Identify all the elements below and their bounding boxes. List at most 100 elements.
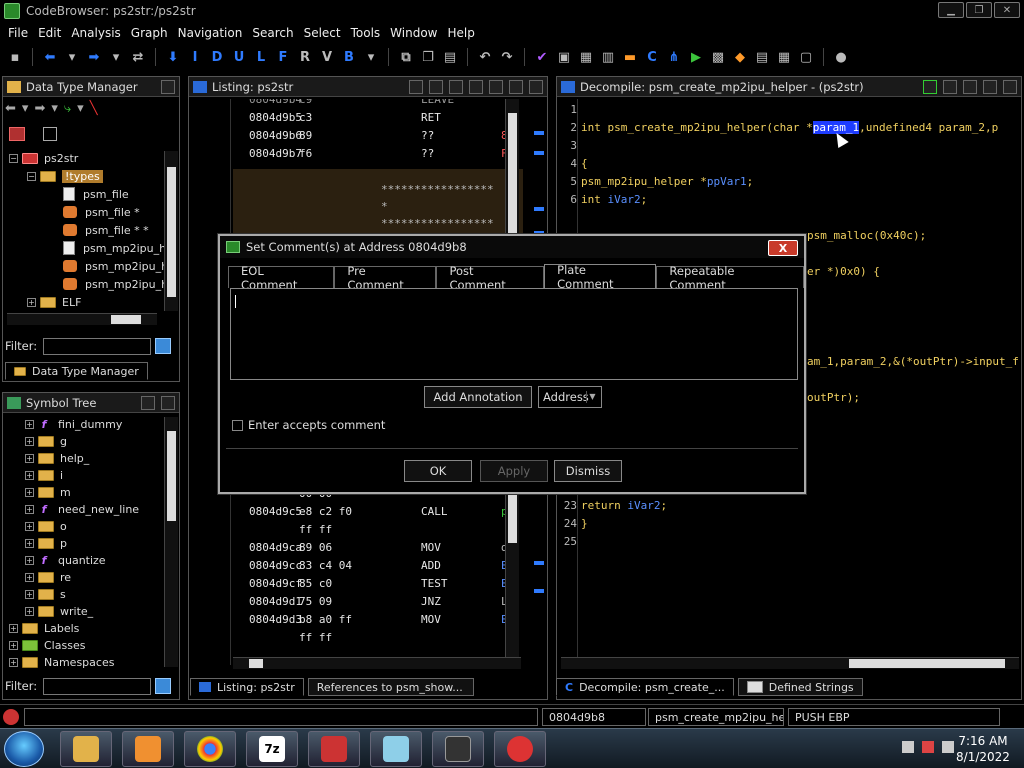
snapshot-icon[interactable]	[509, 80, 523, 94]
expand-icon[interactable]: +	[9, 623, 18, 633]
add-annotation-button[interactable]: Add Annotation	[424, 386, 532, 408]
navigate-icon[interactable]: ⇄	[129, 48, 147, 66]
help-bubble-icon[interactable]: ●	[832, 48, 850, 66]
scroll-thumb[interactable]	[167, 167, 176, 297]
dtm-filter-input[interactable]	[43, 337, 152, 355]
network-icon[interactable]	[902, 741, 914, 753]
dismiss-button[interactable]: Dismiss	[554, 460, 622, 482]
symbol-category-classes[interactable]: + Classes	[9, 636, 85, 654]
expand-icon[interactable]: +	[25, 436, 34, 446]
expand-icon[interactable]: +	[25, 504, 34, 514]
next-function-button[interactable]: F	[274, 48, 292, 66]
taskbar-7zip[interactable]: 7z	[246, 731, 298, 767]
symbol-item[interactable]: + re	[25, 568, 71, 586]
marker-tick[interactable]	[534, 561, 544, 565]
tab-listing[interactable]: Listing: ps2str	[190, 678, 304, 696]
dtm-horizontal-scrollbar[interactable]	[7, 313, 157, 325]
expand-icon[interactable]: +	[25, 606, 34, 616]
expand-icon[interactable]: +	[25, 419, 34, 429]
copy-icon[interactable]	[943, 80, 957, 94]
listing-icon[interactable]: ▤	[753, 48, 771, 66]
next-instruction-button[interactable]: I	[186, 48, 204, 66]
bookmark-dropdown-icon[interactable]: ▾	[362, 48, 380, 66]
checkmark-icon[interactable]: ✔	[533, 48, 551, 66]
symbol-item[interactable]: + o	[25, 517, 67, 535]
menu-select[interactable]: Select	[304, 26, 341, 40]
menu-analysis[interactable]: Analysis	[71, 26, 120, 40]
edit-icon[interactable]	[963, 80, 977, 94]
menu-window[interactable]: Window	[390, 26, 437, 40]
taskbar-ghidra-project[interactable]	[308, 731, 360, 767]
dtm-collapse-icon[interactable]	[43, 127, 57, 141]
tree-node-elf[interactable]: + ELF	[27, 293, 81, 311]
folder-icon[interactable]: ▬	[621, 48, 639, 66]
taskbar-chrome[interactable]	[184, 731, 236, 767]
maximize-button[interactable]: ❐	[966, 2, 992, 18]
expand-icon[interactable]: +	[27, 297, 36, 307]
paste-icon[interactable]: ▤	[441, 48, 459, 66]
redo-icon[interactable]: ↷	[498, 48, 516, 66]
taskbar-notepad[interactable]	[370, 731, 422, 767]
decompiler-icon[interactable]: C	[643, 48, 661, 66]
refresh-icon[interactable]	[923, 80, 937, 94]
symtree-filter-input[interactable]	[43, 677, 152, 695]
dtm-back-dropdown-icon[interactable]: ▾	[22, 101, 29, 116]
script-manager-icon[interactable]: ▩	[709, 48, 727, 66]
ok-button[interactable]: OK	[404, 460, 472, 482]
bookmarks-icon[interactable]: ▢	[797, 48, 815, 66]
menu-graph[interactable]: Graph	[131, 26, 168, 40]
tree-node-datatype[interactable]: psm_file * *	[63, 221, 149, 239]
next-bookmark-button[interactable]: B	[340, 48, 358, 66]
scroll-thumb[interactable]	[849, 659, 1005, 668]
filter-options-icon[interactable]	[155, 678, 172, 694]
symtree-navigate-icon[interactable]	[161, 396, 175, 410]
tab-references[interactable]: References to psm_show...	[307, 678, 474, 696]
tree-node-ps2str[interactable]: − ps2str	[9, 149, 78, 167]
action-center-icon[interactable]	[922, 741, 934, 753]
expand-icon[interactable]: +	[9, 657, 18, 667]
dtm-forward-icon[interactable]: ➡	[34, 101, 45, 116]
tab-defined-strings[interactable]: Defined Strings	[737, 678, 863, 696]
taskbar-explorer[interactable]	[60, 731, 112, 767]
marker-tick[interactable]	[534, 207, 544, 211]
marker-tick[interactable]	[534, 131, 544, 135]
expand-icon[interactable]: +	[25, 589, 34, 599]
forward-arrow-icon[interactable]: ➡	[85, 48, 103, 66]
tree-node-datatype[interactable]: psm_mp2ipu_h	[63, 257, 168, 275]
symtree-new-icon[interactable]	[141, 396, 155, 410]
expand-icon[interactable]: +	[25, 538, 34, 548]
dtm-vertical-scrollbar[interactable]	[164, 151, 178, 311]
save-icon[interactable]: ▪	[6, 48, 24, 66]
back-dropdown-icon[interactable]: ▾	[63, 48, 81, 66]
tab-repeatable-comment[interactable]: Repeatable Comment	[656, 264, 804, 292]
next-reference-button[interactable]: R	[296, 48, 314, 66]
listing-horizontal-scrollbar[interactable]	[233, 657, 521, 669]
symbol-category-labels[interactable]: + Labels	[9, 619, 79, 637]
expand-icon[interactable]: +	[25, 453, 34, 463]
snapshot-icon[interactable]	[983, 80, 997, 94]
decompiler-horizontal-scrollbar[interactable]	[561, 657, 1019, 669]
tab-post-comment[interactable]: Post Comment	[436, 264, 545, 292]
paste-icon[interactable]	[429, 80, 443, 94]
symbol-item[interactable]: + g	[25, 432, 67, 450]
collapse-icon[interactable]: −	[9, 153, 18, 163]
tree-node-datatype[interactable]: psm_file	[63, 185, 129, 203]
symbol-item[interactable]: + help_	[25, 449, 89, 467]
symbol-item[interactable]: + f fini_dummy	[25, 415, 122, 433]
annotation-type-select[interactable]: Address ▼	[538, 386, 602, 408]
apply-button[interactable]: Apply	[480, 460, 548, 482]
symtree-vertical-scrollbar[interactable]	[164, 417, 178, 667]
table-icon[interactable]: ▦	[775, 48, 793, 66]
dialog-close-button[interactable]: X	[768, 240, 798, 256]
symbol-item[interactable]: + f quantize	[25, 551, 106, 569]
expand-icon[interactable]: +	[25, 555, 34, 565]
expand-icon[interactable]: +	[25, 470, 34, 480]
enter-accepts-checkbox[interactable]	[232, 420, 243, 431]
taskbar-ghidra[interactable]	[494, 731, 546, 767]
diff-icon[interactable]	[489, 80, 503, 94]
menu-help[interactable]: Help	[448, 26, 475, 40]
variable[interactable]: iVar2	[627, 499, 660, 512]
merge-icon[interactable]: ⧉	[397, 48, 415, 66]
forward-dropdown-icon[interactable]: ▾	[107, 48, 125, 66]
tree-node-datatype[interactable]: psm_mp2ipu_h	[63, 239, 166, 257]
